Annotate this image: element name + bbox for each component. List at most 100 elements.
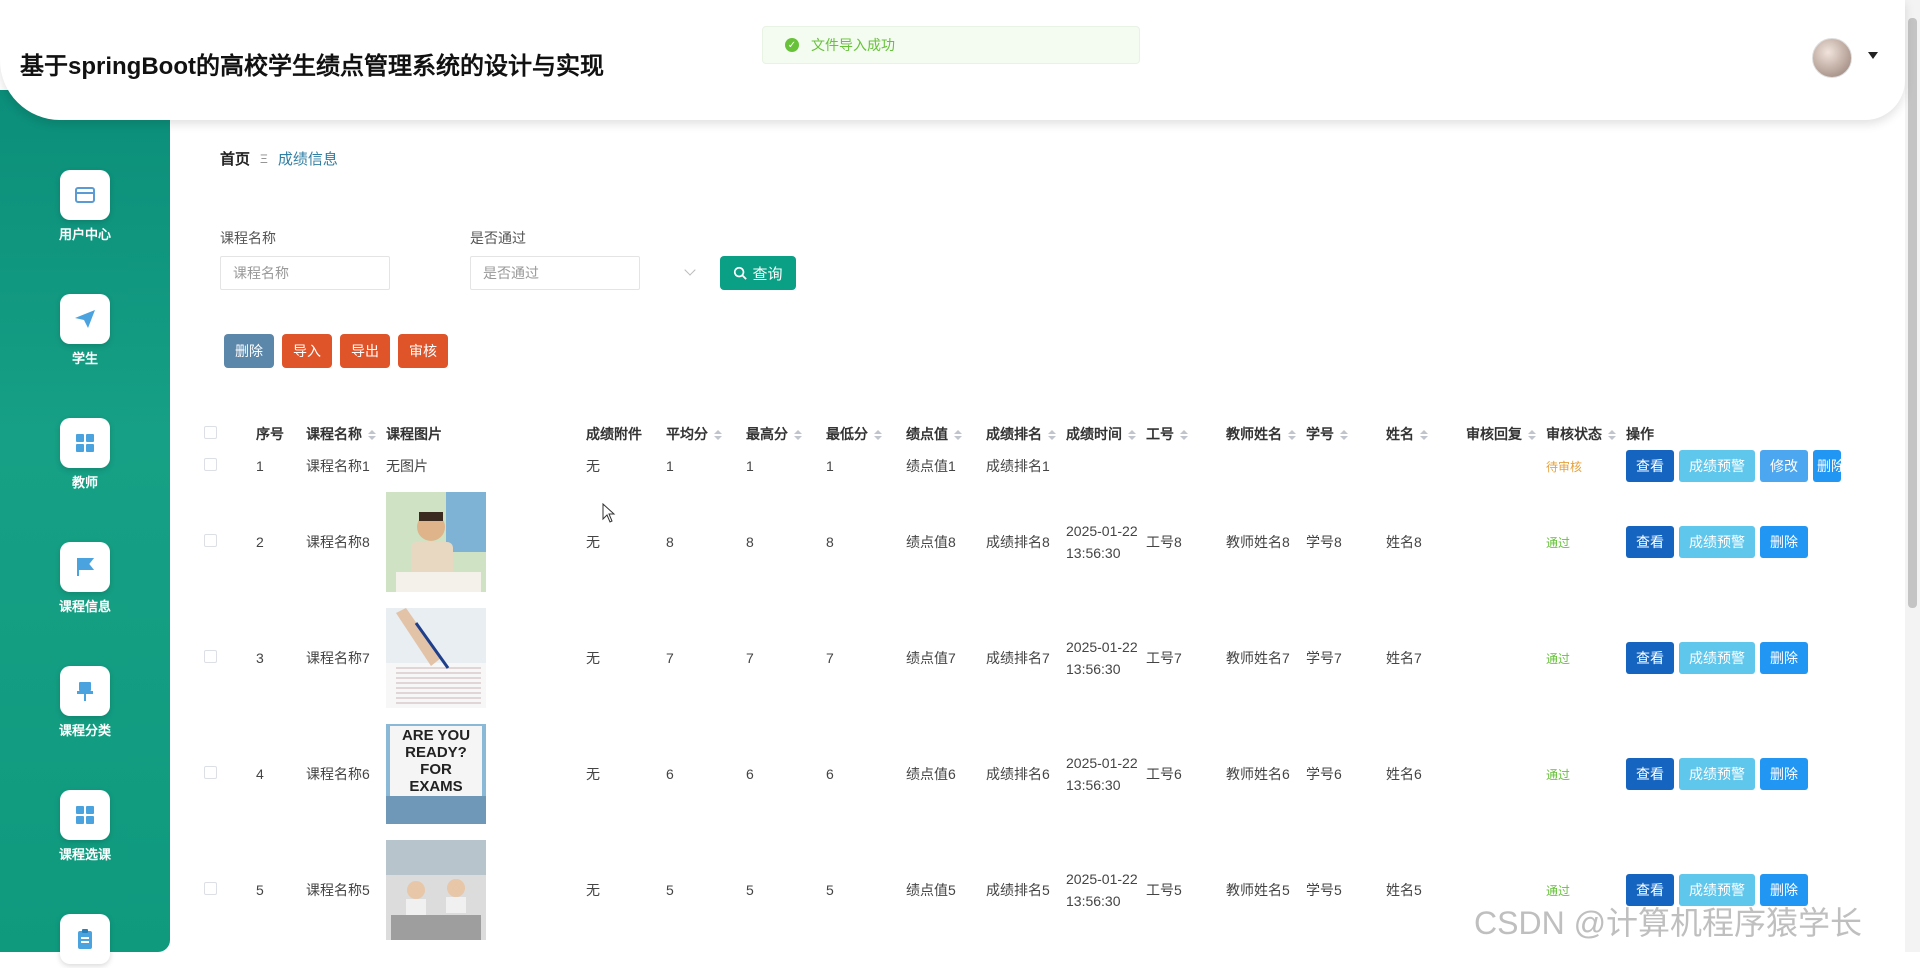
max-score: 6 — [746, 766, 754, 782]
header-student-no[interactable]: 学号 — [1306, 420, 1386, 448]
pass-select[interactable]: 是否通过 — [470, 256, 640, 290]
sort-icon[interactable] — [1340, 430, 1348, 441]
header-min[interactable]: 最低分 — [826, 420, 906, 448]
row-checkbox[interactable] — [204, 534, 217, 547]
select-all-checkbox[interactable] — [204, 426, 217, 439]
view-button[interactable]: 查看 — [1626, 526, 1674, 558]
user-avatar[interactable] — [1812, 38, 1852, 78]
header-audit-status[interactable]: 审核状态 — [1546, 420, 1626, 448]
flag-icon — [77, 558, 95, 576]
query-button[interactable]: 查询 — [720, 256, 796, 290]
row-checkbox[interactable] — [204, 458, 217, 471]
student-name: 姓名6 — [1386, 766, 1422, 782]
header-course-name[interactable]: 课程名称 — [306, 420, 386, 448]
scrollbar-thumb[interactable] — [1908, 18, 1917, 608]
sort-icon[interactable] — [1420, 430, 1428, 441]
import-button[interactable]: 导入 — [282, 334, 332, 368]
staff-no: 工号5 — [1146, 882, 1182, 898]
sidebar-item-course-selection[interactable]: 课程选课 — [0, 790, 170, 863]
svg-text:FOR: FOR — [420, 761, 452, 778]
sort-icon[interactable] — [954, 430, 962, 441]
avg-score: 5 — [666, 882, 674, 898]
header-student-name[interactable]: 姓名 — [1386, 420, 1466, 448]
grade-warning-button[interactable]: 成绩预警 — [1679, 450, 1755, 482]
student-no: 学号8 — [1306, 534, 1342, 550]
edit-button[interactable]: 修改 — [1760, 450, 1808, 482]
student-no: 学号7 — [1306, 650, 1342, 666]
header-avg[interactable]: 平均分 — [666, 420, 746, 448]
header-audit-reply[interactable]: 审核回复 — [1466, 420, 1546, 448]
sidebar-item-students[interactable]: 学生 — [0, 294, 170, 367]
header-staff-no[interactable]: 工号 — [1146, 420, 1226, 448]
export-button[interactable]: 导出 — [340, 334, 390, 368]
chevron-down-icon[interactable] — [684, 264, 696, 276]
grade-warning-button[interactable]: 成绩预警 — [1679, 526, 1755, 558]
row-checkbox[interactable] — [204, 650, 217, 663]
sidebar-item-label: 学生 — [71, 351, 98, 366]
chevron-down-icon[interactable] — [1868, 52, 1878, 59]
header-gpa[interactable]: 绩点值 — [906, 420, 986, 448]
gpa-value: 绩点值6 — [906, 766, 956, 782]
header-time[interactable]: 成绩时间 — [1066, 420, 1146, 448]
delete-row-button[interactable]: 删除 — [1760, 642, 1808, 674]
sidebar-item-course-info[interactable]: 课程信息 — [0, 542, 170, 615]
search-icon — [734, 266, 748, 280]
grade-warning-button[interactable]: 成绩预警 — [1679, 758, 1755, 790]
delete-row-button[interactable]: 删除 — [1760, 526, 1808, 558]
svg-text:EXAMS: EXAMS — [409, 778, 462, 795]
student-name: 姓名5 — [1386, 882, 1422, 898]
course-name: 课程名称8 — [306, 534, 370, 550]
row-checkbox[interactable] — [204, 882, 217, 895]
sidebar-item-user-center[interactable]: 用户中心 — [0, 170, 170, 243]
grade-rank: 成绩排名8 — [986, 534, 1050, 550]
grade-warning-button[interactable]: 成绩预警 — [1679, 642, 1755, 674]
clipboard-icon — [78, 929, 92, 949]
sidebar-item-more[interactable] — [0, 914, 170, 968]
sort-icon[interactable] — [1288, 430, 1296, 441]
view-button[interactable]: 查看 — [1626, 450, 1674, 482]
sort-icon[interactable] — [714, 430, 722, 441]
sort-icon[interactable] — [1608, 430, 1616, 441]
sort-icon[interactable] — [1528, 430, 1536, 441]
delete-row-button[interactable]: 删除 — [1813, 450, 1841, 482]
sidebar-item-course-category[interactable]: 课程分类 — [0, 666, 170, 739]
status-badge: 通过 — [1546, 535, 1571, 550]
view-button[interactable]: 查看 — [1626, 642, 1674, 674]
sort-icon[interactable] — [368, 430, 376, 441]
sort-icon[interactable] — [874, 430, 882, 441]
audit-reply — [1466, 484, 1546, 600]
row-index: 5 — [256, 882, 264, 898]
toast-text: 文件导入成功 — [811, 37, 895, 53]
svg-text:ARE YOU: ARE YOU — [402, 727, 470, 744]
teacher-name: 教师姓名7 — [1226, 650, 1290, 666]
course-name-input[interactable]: 课程名称 — [220, 256, 390, 290]
status-badge: 待审核 — [1546, 459, 1583, 474]
gpa-value: 绩点值1 — [906, 458, 956, 474]
audit-reply — [1466, 716, 1546, 832]
staff-no — [1146, 448, 1226, 484]
sidebar-item-label: 课程选课 — [58, 847, 111, 862]
header-teacher-name[interactable]: 教师姓名 — [1226, 420, 1306, 448]
student-no: 学号5 — [1306, 882, 1342, 898]
header-rank[interactable]: 成绩排名 — [986, 420, 1066, 448]
course-name: 课程名称7 — [306, 650, 370, 666]
course-image: ARE YOUREADY?FOREXAMS — [386, 724, 486, 824]
view-button[interactable]: 查看 — [1626, 758, 1674, 790]
row-checkbox[interactable] — [204, 766, 217, 779]
delete-row-button[interactable]: 删除 — [1760, 758, 1808, 790]
sort-icon[interactable] — [1128, 430, 1136, 441]
audit-button[interactable]: 审核 — [398, 334, 448, 368]
max-score: 5 — [746, 882, 754, 898]
breadcrumb-home[interactable]: 首页 — [220, 148, 250, 169]
sort-icon[interactable] — [1048, 430, 1056, 441]
pass-label: 是否通过 — [470, 230, 526, 246]
sort-icon[interactable] — [794, 430, 802, 441]
grid-icon — [76, 806, 94, 824]
min-score: 5 — [826, 882, 834, 898]
sidebar-item-teachers[interactable]: 教师 — [0, 418, 170, 491]
breadcrumb-current: 成绩信息 — [277, 151, 338, 168]
sidebar-item-label: 课程分类 — [58, 723, 111, 738]
header-max[interactable]: 最高分 — [746, 420, 826, 448]
sort-icon[interactable] — [1180, 430, 1188, 441]
delete-button[interactable]: 删除 — [224, 334, 274, 368]
